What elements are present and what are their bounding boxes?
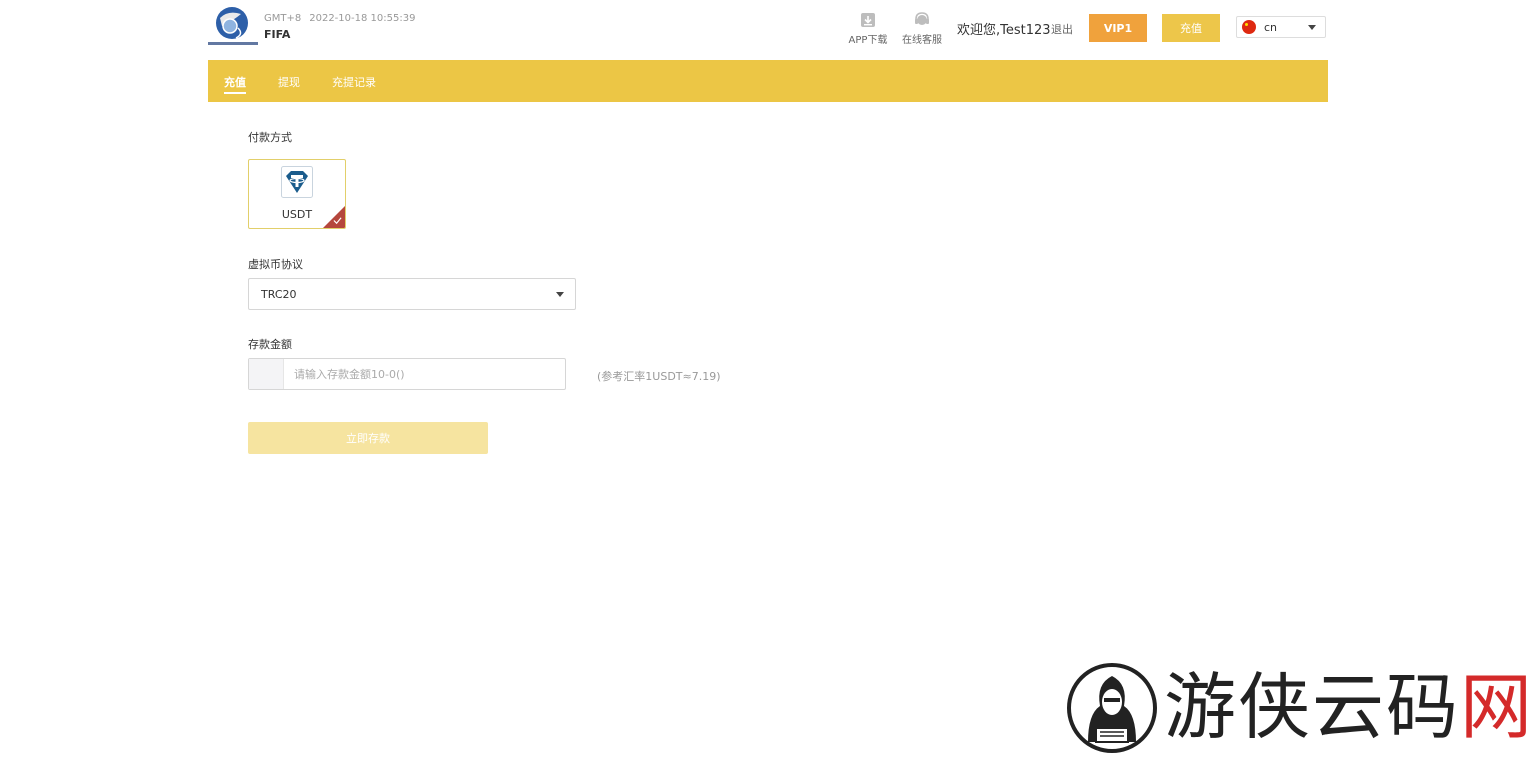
language-select[interactable]: cn [1236,16,1326,38]
server-time: GMT+8 2022-10-18 10:55:39 [264,13,415,24]
app-download-label: APP下载 [848,35,888,46]
site-logo[interactable] [208,4,258,50]
online-service-label: 在线客服 [902,35,942,46]
download-icon [861,13,875,27]
amount-input[interactable] [284,359,564,389]
protocol-select[interactable]: TRC20 [248,278,576,310]
payment-method-label: 付款方式 [248,131,292,144]
brand-name: FIFA [264,28,291,41]
header-deposit-button[interactable]: 充值 [1162,14,1220,42]
hacker-avatar-icon [1067,663,1157,753]
watermark-logo [1066,662,1158,754]
tether-icon [281,166,313,198]
china-flag-icon [1242,20,1256,34]
chevron-down-icon [1308,25,1316,30]
watermark-text: 游侠云码网 [1164,664,1534,750]
protocol-label: 虚拟币协议 [248,258,303,271]
tab-records[interactable]: 充提记录 [332,74,376,90]
submit-deposit-button[interactable]: 立即存款 [248,422,488,454]
protocol-value: TRC20 [261,288,297,301]
active-tab-indicator [224,92,246,94]
amount-prefix [249,359,284,389]
payment-option-usdt[interactable]: USDT [248,159,346,229]
app-download-link[interactable]: APP下载 [838,12,898,46]
tab-withdraw[interactable]: 提现 [278,74,300,90]
timezone-label: GMT+8 [264,13,302,24]
tab-deposit[interactable]: 充值 [224,74,246,90]
watermark-main-text: 游侠云码 [1164,665,1461,749]
amount-label: 存款金额 [248,338,292,351]
logout-link[interactable]: 退出 [1051,21,1073,37]
welcome-text: 欢迎您,Test123 [957,23,1051,38]
check-icon [333,217,342,225]
amount-field [248,358,566,390]
vip-button[interactable]: VIP1 [1089,14,1147,42]
online-service-link[interactable]: 在线客服 [892,12,952,46]
current-datetime: 2022-10-18 10:55:39 [309,13,416,24]
chevron-down-icon [556,292,564,297]
language-value: cn [1264,20,1278,34]
watermark-accent-text: 网 [1460,665,1535,749]
headset-icon [915,12,929,25]
exchange-rate-note: (参考汇率1USDT≈7.19) [597,370,721,383]
nav-bar [208,60,1328,102]
fifa-logo-icon [208,7,258,45]
